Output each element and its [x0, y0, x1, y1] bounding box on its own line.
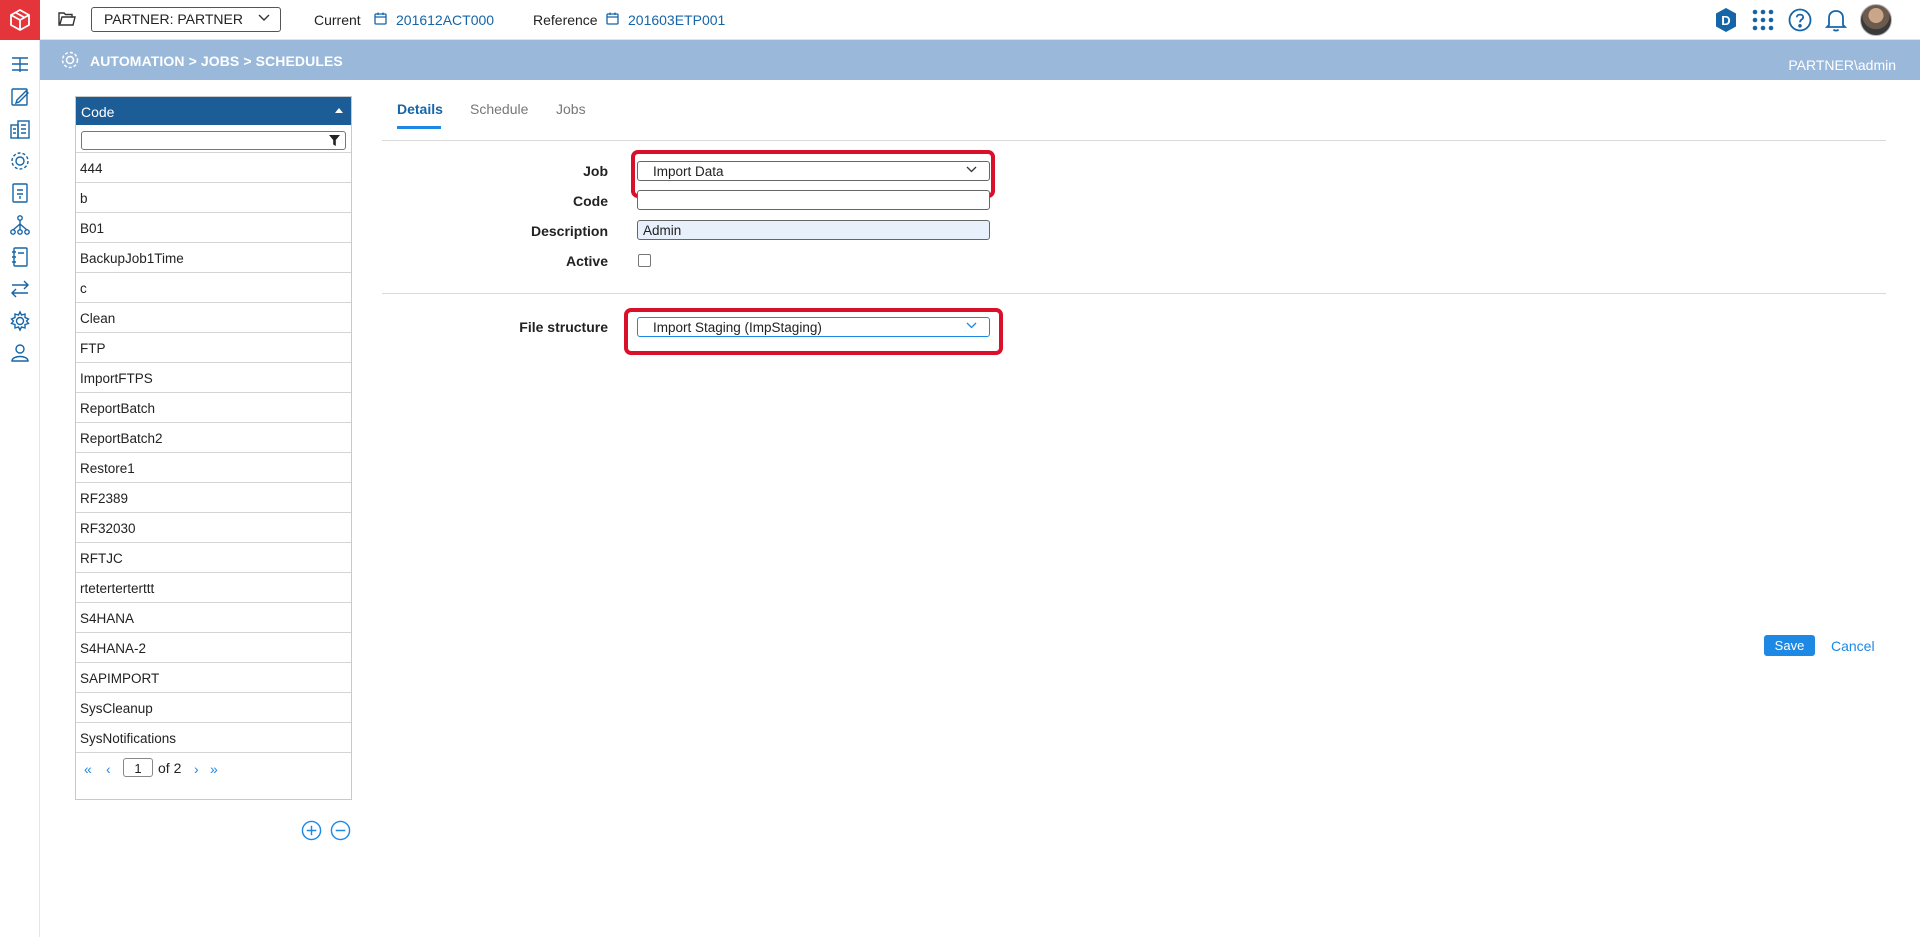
- list-item[interactable]: FTP: [76, 333, 351, 363]
- total-pages: 2: [173, 760, 182, 776]
- nav-user-icon[interactable]: [9, 342, 31, 364]
- active-tab-indicator: [397, 126, 441, 129]
- description-field[interactable]: Admin: [637, 220, 990, 240]
- first-page-icon[interactable]: «: [84, 761, 92, 777]
- list-rows: 444 b B01 BackupJob1Time c Clean FTP ImportFTPS…: [76, 153, 351, 753]
- list-item[interactable]: SysCleanup: [76, 693, 351, 723]
- list-item[interactable]: ReportBatch2: [76, 423, 351, 453]
- list-item[interactable]: BackupJob1Time: [76, 243, 351, 273]
- calendar-icon: [374, 12, 387, 25]
- column-header-label: Code: [81, 104, 115, 120]
- list-item[interactable]: B01: [76, 213, 351, 243]
- previous-page-icon[interactable]: ‹: [106, 761, 111, 777]
- automation-icon: [61, 51, 79, 69]
- user-avatar[interactable]: [1860, 4, 1892, 36]
- current-period-link[interactable]: 201612ACT000: [396, 12, 494, 28]
- job-select-value: Import Data: [653, 164, 724, 179]
- last-page-icon[interactable]: »: [210, 761, 218, 777]
- job-label: Job: [583, 163, 608, 179]
- chevron-down-icon: [966, 322, 977, 329]
- chevron-down-icon: [966, 166, 977, 173]
- list-item[interactable]: ReportBatch: [76, 393, 351, 423]
- reference-label: Reference: [533, 12, 598, 28]
- partner-select-value: PARTNER: PARTNER: [104, 11, 243, 27]
- save-button[interactable]: Save: [1764, 635, 1815, 656]
- partner-select[interactable]: PARTNER: PARTNER: [91, 7, 281, 32]
- list-item[interactable]: 444: [76, 153, 351, 183]
- list-item[interactable]: SAPIMPORT: [76, 663, 351, 693]
- nav-network-icon[interactable]: [9, 214, 31, 236]
- filter-row: [76, 125, 351, 153]
- list-item[interactable]: c: [76, 273, 351, 303]
- list-item[interactable]: rteterterterttt: [76, 573, 351, 603]
- list-item[interactable]: RF2389: [76, 483, 351, 513]
- apps-grid-icon[interactable]: [1752, 9, 1774, 31]
- filter-icon[interactable]: [329, 135, 340, 146]
- list-item[interactable]: b: [76, 183, 351, 213]
- pagination: « ‹ 1 of 2 › »: [76, 753, 351, 783]
- page-header-band: AUTOMATION > JOBS > SCHEDULES PARTNER\ad…: [40, 40, 1920, 80]
- current-label: Current: [314, 12, 361, 28]
- file-structure-select[interactable]: Import Staging (ImpStaging): [637, 317, 990, 337]
- app-logo[interactable]: [0, 0, 40, 40]
- list-item[interactable]: S4HANA: [76, 603, 351, 633]
- nav-notebook-icon[interactable]: [9, 246, 31, 268]
- add-circle-icon[interactable]: [301, 820, 322, 841]
- page-count: of 2: [158, 760, 181, 776]
- remove-circle-icon[interactable]: [330, 820, 351, 841]
- list-item[interactable]: RF32030: [76, 513, 351, 543]
- code-field[interactable]: [637, 190, 990, 210]
- nav-settings-icon[interactable]: [9, 310, 31, 332]
- nav-document-icon[interactable]: [9, 182, 31, 204]
- description-label: Description: [530, 223, 608, 239]
- list-item[interactable]: S4HANA-2: [76, 633, 351, 663]
- breadcrumb: AUTOMATION > JOBS > SCHEDULES: [90, 53, 343, 69]
- code-label: Code: [573, 193, 608, 209]
- nav-buildings-icon[interactable]: [9, 118, 31, 140]
- badge-letter: D: [1721, 13, 1730, 28]
- top-bar: PARTNER: PARTNER Current 201612ACT000 Re…: [0, 0, 1920, 40]
- folder-icon[interactable]: [58, 11, 76, 27]
- filter-input[interactable]: [81, 131, 346, 150]
- nav-edit-icon[interactable]: [9, 86, 31, 108]
- form-divider: [382, 293, 1886, 294]
- tabs-divider: [382, 140, 1886, 141]
- reference-period-link[interactable]: 201603ETP001: [628, 12, 725, 28]
- current-user: PARTNER\admin: [1788, 57, 1896, 73]
- list-item[interactable]: RFTJC: [76, 543, 351, 573]
- tab-details[interactable]: Details: [397, 101, 443, 117]
- job-select[interactable]: Import Data: [637, 161, 990, 181]
- d-badge-icon[interactable]: D: [1714, 7, 1738, 33]
- nav-automation-icon[interactable]: [9, 150, 31, 172]
- list-item[interactable]: Restore1: [76, 453, 351, 483]
- nav-transfer-icon[interactable]: [9, 278, 31, 300]
- chevron-down-icon: [258, 14, 270, 21]
- file-structure-select-value: Import Staging (ImpStaging): [653, 320, 822, 335]
- nav-hierarchy-icon[interactable]: [9, 54, 31, 76]
- bell-icon[interactable]: [1825, 8, 1847, 32]
- sort-ascending-icon: [335, 108, 343, 113]
- tab-jobs[interactable]: Jobs: [556, 101, 586, 117]
- cancel-button[interactable]: Cancel: [1831, 638, 1875, 654]
- page-of-label: of: [158, 760, 170, 776]
- tab-schedule[interactable]: Schedule: [470, 101, 528, 117]
- file-structure-label: File structure: [519, 319, 608, 335]
- list-item[interactable]: SysNotifications: [76, 723, 351, 753]
- cube-logo-icon: [10, 8, 30, 32]
- next-page-icon[interactable]: ›: [194, 761, 199, 777]
- schedule-list-panel: Code 444 b B01 BackupJob1Time c Clean FTP Impor…: [75, 96, 352, 800]
- page-number-input[interactable]: 1: [123, 758, 153, 777]
- list-item[interactable]: ImportFTPS: [76, 363, 351, 393]
- active-label: Active: [565, 253, 608, 269]
- left-nav: [0, 40, 40, 937]
- help-icon[interactable]: [1788, 8, 1812, 32]
- list-item[interactable]: Clean: [76, 303, 351, 333]
- column-header-code[interactable]: Code: [76, 97, 351, 125]
- calendar-icon: [606, 12, 619, 25]
- active-checkbox[interactable]: [638, 254, 651, 267]
